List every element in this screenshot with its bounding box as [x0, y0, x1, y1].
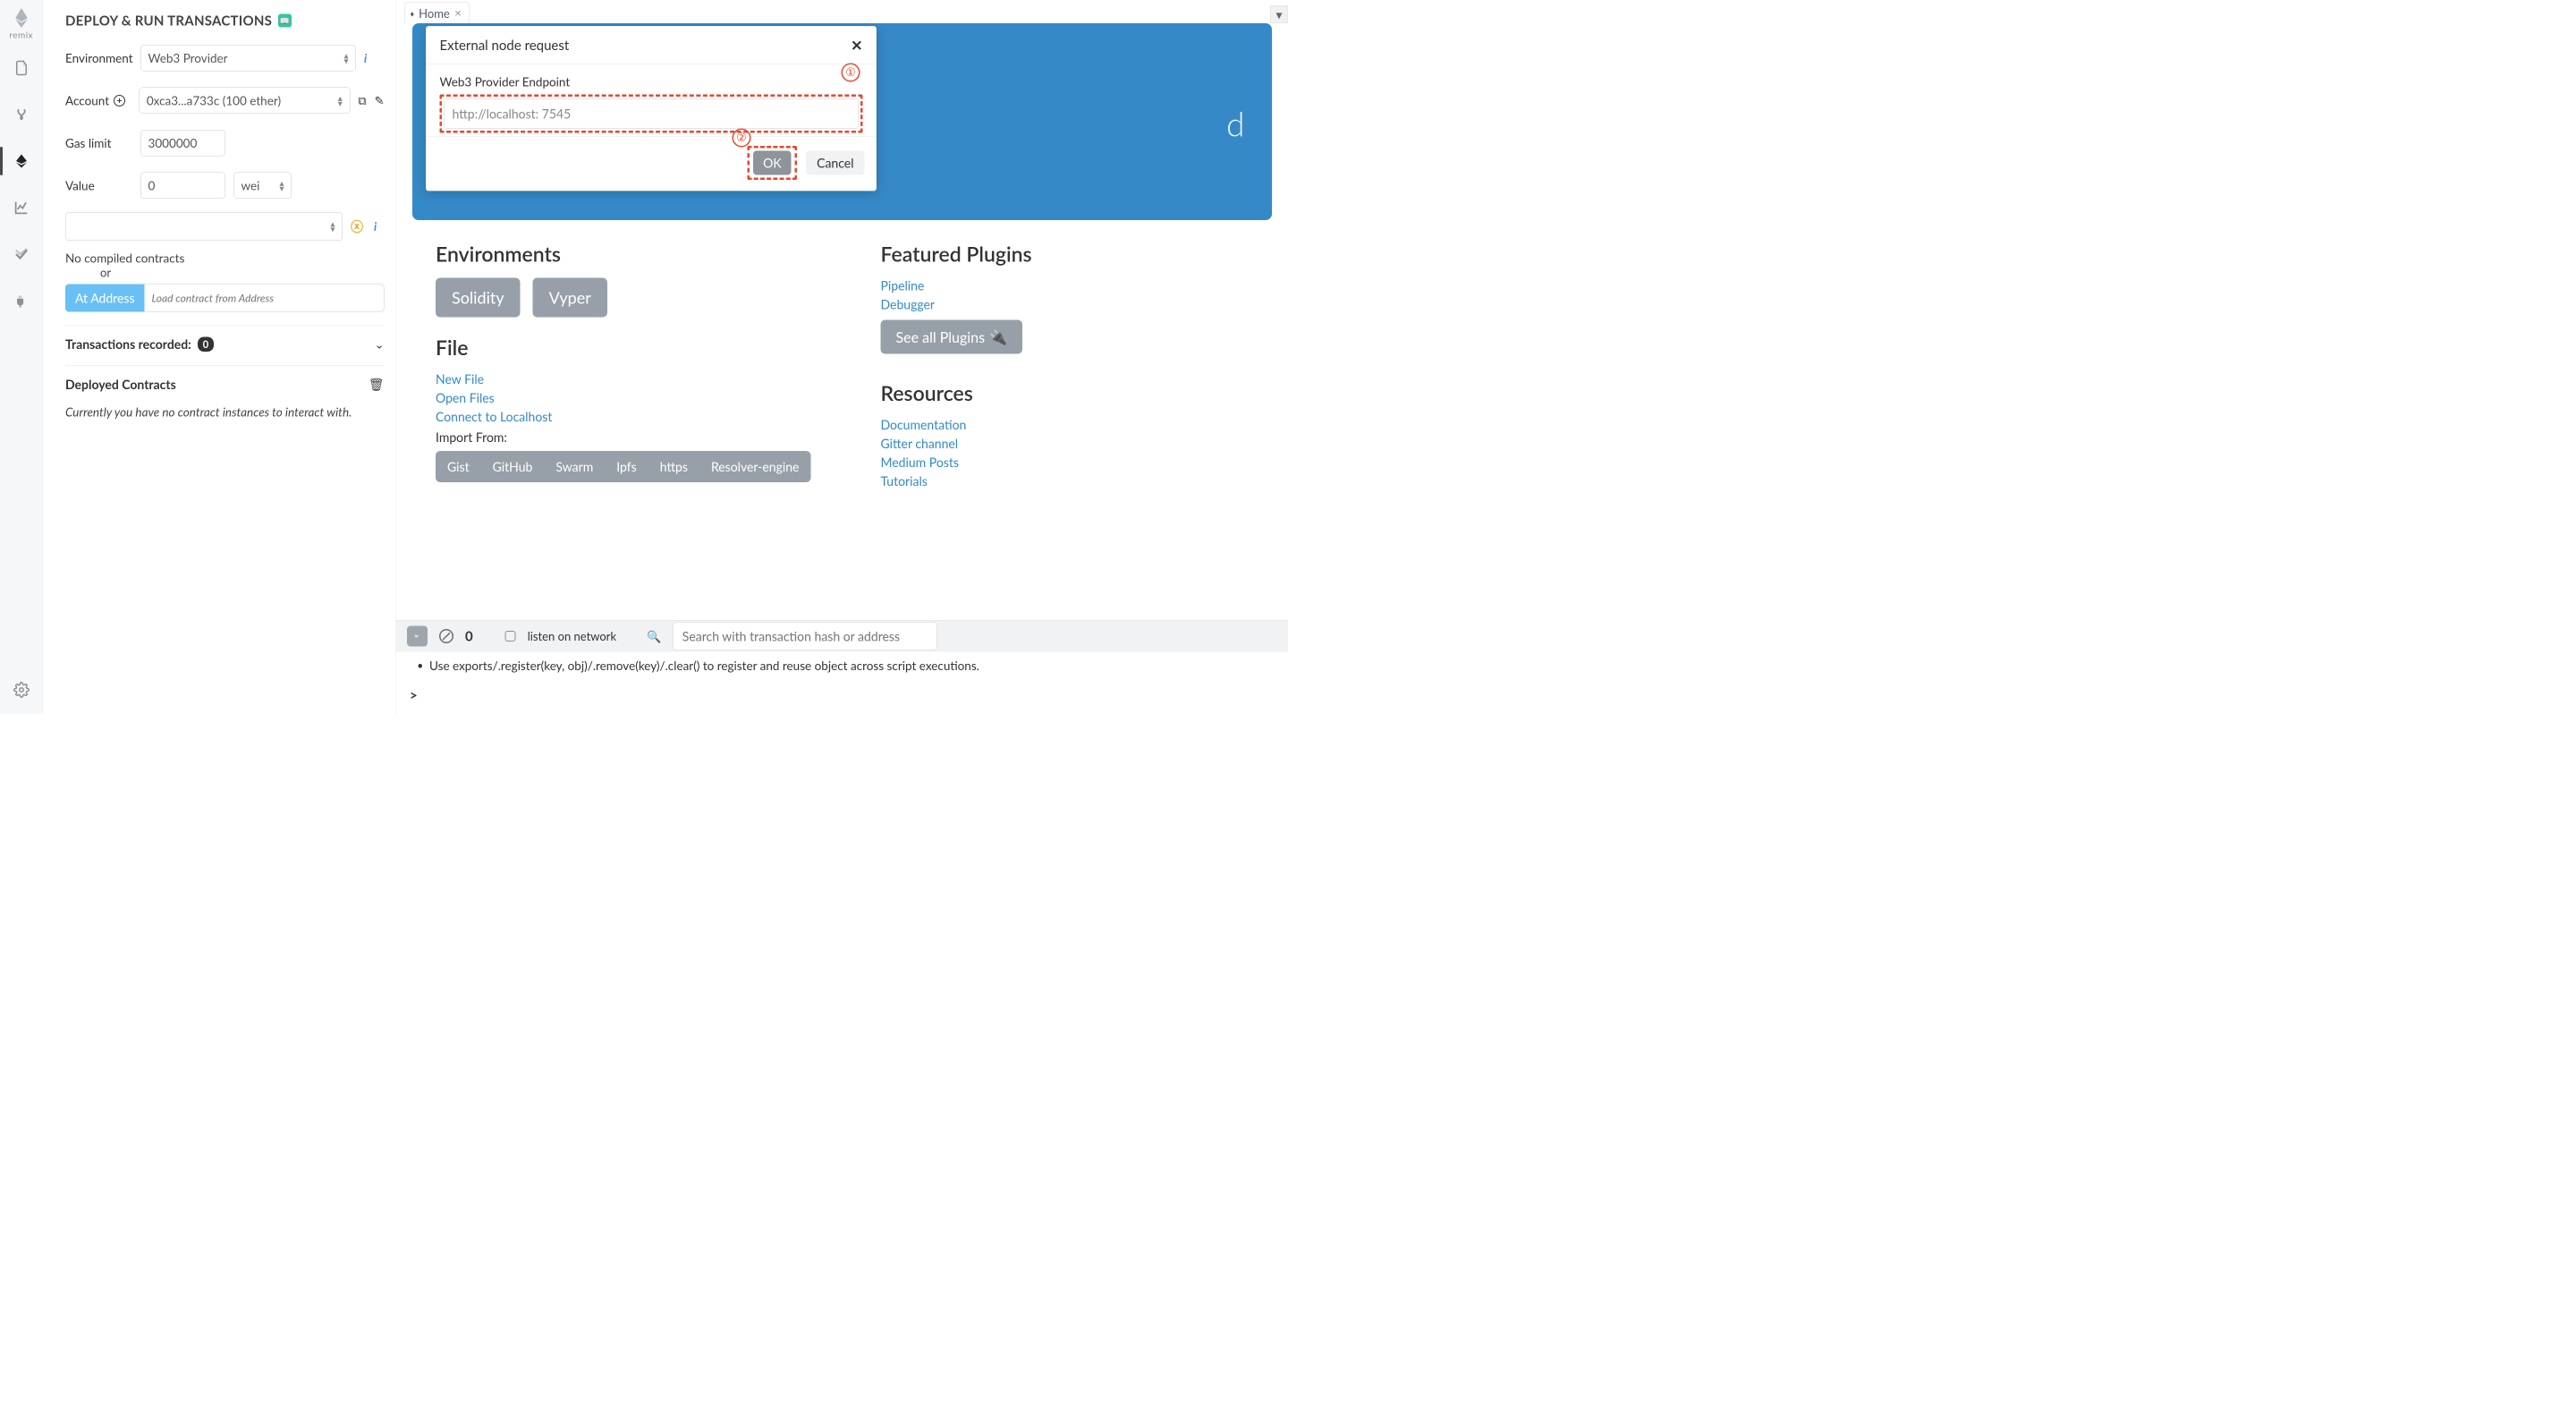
resources-heading: Resources: [881, 381, 1273, 406]
import-github[interactable]: GitHub: [481, 451, 545, 482]
plug-icon: 🔌: [989, 328, 1007, 346]
clear-icon[interactable]: [439, 629, 453, 643]
at-address-row: At Address: [65, 285, 385, 312]
annotation-marker-2: ②: [733, 129, 751, 148]
settings-icon[interactable]: [10, 678, 33, 701]
value-unit-select[interactable]: wei ▴▾: [233, 173, 292, 200]
import-https[interactable]: https: [648, 451, 699, 482]
deployed-empty-text: Currently you have no contract instances…: [65, 404, 385, 420]
account-row: Account + 0xca3...a733c (100 ether) ▴▾ ⧉…: [65, 88, 385, 115]
import-swarm[interactable]: Swarm: [544, 451, 605, 482]
remix-logo: [11, 5, 32, 30]
ok-button[interactable]: OK: [753, 151, 791, 175]
brand-label: remix: [9, 30, 33, 40]
modal-title: External node request: [440, 38, 570, 54]
plugins-icon[interactable]: [10, 289, 33, 312]
close-icon[interactable]: ✕: [454, 8, 462, 19]
at-address-button[interactable]: At Address: [65, 285, 145, 312]
terminal-bar: » 0 listen on network 🔍: [396, 621, 1288, 652]
ok-highlight: OK: [748, 146, 797, 180]
close-icon[interactable]: ✕: [851, 37, 862, 55]
endpoint-label: Web3 Provider Endpoint: [440, 74, 863, 89]
updown-icon: ▴▾: [338, 95, 343, 106]
updown-icon: ▴▾: [279, 180, 284, 191]
or-text: or: [65, 266, 146, 280]
contract-select[interactable]: ▴▾: [65, 212, 343, 241]
tabs-bar: ♦ Home ✕ ▾: [396, 0, 1288, 23]
documentation-link[interactable]: Documentation: [881, 417, 1273, 432]
add-account-icon[interactable]: +: [114, 95, 125, 106]
transactions-recorded-row[interactable]: Transactions recorded: 0 ⌄: [65, 326, 385, 353]
compiler-icon[interactable]: [10, 103, 33, 126]
copy-icon[interactable]: ⧉: [358, 93, 366, 108]
import-ipfs[interactable]: Ipfs: [605, 451, 648, 482]
edit-icon[interactable]: ✎: [375, 93, 385, 108]
gas-limit-input[interactable]: [140, 130, 225, 157]
listen-checkbox[interactable]: [505, 631, 516, 642]
deploy-run-panel: DEPLOY & RUN TRANSACTIONS 📖 Environment …: [43, 0, 396, 714]
trash-icon[interactable]: 🗑: [369, 377, 385, 393]
debugger-link[interactable]: Debugger: [881, 297, 1273, 312]
panel-title: DEPLOY & RUN TRANSACTIONS 📖: [65, 13, 385, 29]
value-row: Value wei ▴▾: [65, 173, 385, 200]
import-buttons: Gist GitHub Swarm Ipfs https Resolver-en…: [436, 451, 810, 482]
terminal-toggle[interactable]: »: [407, 626, 428, 647]
analytics-icon[interactable]: [10, 196, 33, 219]
deployed-contracts-section: Deployed Contracts 🗑 Currently you have …: [65, 365, 385, 420]
medium-link[interactable]: Medium Posts: [881, 455, 1273, 470]
environment-select[interactable]: Web3 Provider ▴▾: [140, 45, 356, 72]
updown-icon: ▴▾: [343, 53, 348, 64]
updown-icon: ▴▾: [330, 221, 335, 232]
terminal: » 0 listen on network 🔍 Use exports/.reg…: [396, 620, 1288, 714]
no-compiled-text: No compiled contracts: [65, 251, 385, 266]
endpoint-highlight: [440, 95, 863, 133]
cancel-button[interactable]: Cancel: [806, 151, 864, 175]
environment-row: Environment Web3 Provider ▴▾ i: [65, 45, 385, 72]
connect-localhost-link[interactable]: Connect to Localhost: [436, 409, 827, 424]
terminal-search-input[interactable]: [673, 622, 936, 650]
eth-icon: ♦: [411, 8, 415, 19]
info-icon[interactable]: i: [374, 219, 377, 234]
deploy-icon[interactable]: [10, 149, 33, 173]
external-node-modal: External node request ✕ Web3 Provider En…: [426, 26, 877, 191]
info-icon[interactable]: i: [364, 51, 367, 65]
featured-plugins-heading: Featured Plugins: [881, 242, 1273, 267]
account-select[interactable]: 0xca3...a733c (100 ether) ▴▾: [139, 88, 350, 115]
new-file-link[interactable]: New File: [436, 371, 827, 387]
terminal-body: Use exports/.register(key, obj)/.remove(…: [396, 652, 1288, 680]
terminal-prompt[interactable]: >: [396, 679, 1288, 714]
tx-count-badge: 0: [198, 336, 214, 352]
terminal-count: 0: [465, 628, 473, 644]
open-files-link[interactable]: Open Files: [436, 390, 827, 405]
tutorials-link[interactable]: Tutorials: [881, 473, 1273, 489]
debugger-icon[interactable]: [10, 242, 33, 266]
env-vyper-button[interactable]: Vyper: [533, 278, 607, 318]
env-solidity-button[interactable]: Solidity: [436, 278, 521, 318]
import-gist[interactable]: Gist: [436, 451, 481, 482]
environments-heading: Environments: [436, 242, 827, 267]
icon-sidebar: remix: [0, 0, 43, 714]
value-input[interactable]: [140, 173, 225, 200]
search-icon[interactable]: 🔍: [647, 629, 661, 644]
warn-close-icon[interactable]: ⓧ: [351, 217, 363, 235]
tab-home[interactable]: ♦ Home ✕: [404, 3, 470, 24]
file-explorer-icon[interactable]: [10, 56, 33, 80]
tabs-dropdown[interactable]: ▾: [1270, 5, 1288, 23]
chevron-down-icon[interactable]: ⌄: [375, 336, 385, 352]
gas-limit-row: Gas limit: [65, 130, 385, 157]
endpoint-input[interactable]: [444, 98, 859, 129]
compiled-contract-row: ▴▾ ⓧ i: [65, 212, 385, 241]
at-address-input[interactable]: [145, 285, 385, 312]
panel-docs-icon[interactable]: 📖: [278, 14, 292, 28]
gitter-link[interactable]: Gitter channel: [881, 436, 1273, 451]
annotation-marker-1: ①: [842, 64, 860, 82]
file-heading: File: [436, 336, 827, 361]
import-resolver[interactable]: Resolver-engine: [699, 451, 810, 482]
pipeline-link[interactable]: Pipeline: [881, 278, 1273, 293]
see-all-plugins-button[interactable]: See all Plugins 🔌: [881, 320, 1022, 354]
import-from-label: Import From:: [436, 429, 827, 445]
